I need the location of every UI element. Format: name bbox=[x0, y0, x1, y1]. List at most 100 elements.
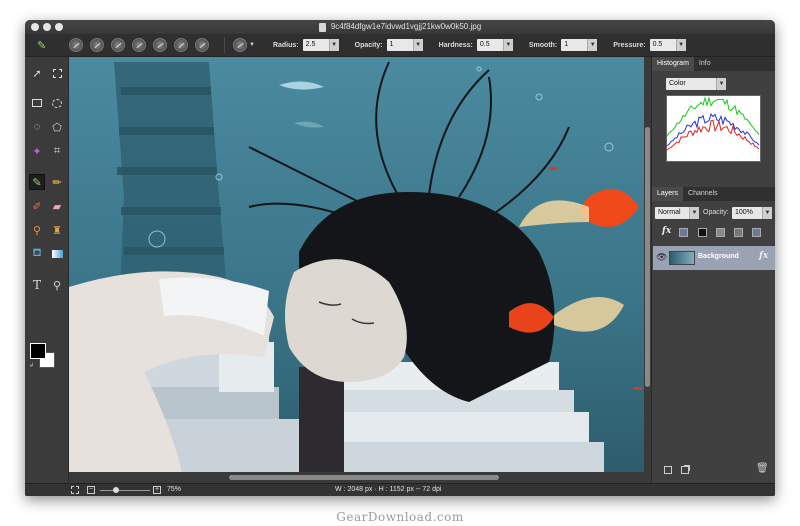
minimize-window-button[interactable] bbox=[43, 23, 51, 31]
brush-preset-7[interactable] bbox=[195, 38, 209, 52]
eraser-tool-icon[interactable]: ▰ bbox=[49, 198, 65, 214]
layers-tabs: Layers Channels bbox=[652, 187, 775, 201]
zoom-slider[interactable] bbox=[100, 490, 150, 491]
paint-bucket-icon[interactable]: ⛾ bbox=[29, 246, 45, 262]
chevron-down-icon[interactable]: ▼ bbox=[675, 39, 686, 51]
hardness-field[interactable]: 0.5 ▼ bbox=[476, 39, 513, 51]
layer-opacity-field[interactable]: 100% ▼ bbox=[732, 207, 772, 219]
smooth-label: Smooth: bbox=[528, 41, 558, 49]
chevron-down-icon[interactable]: ▼ bbox=[412, 39, 423, 51]
layer-name: Background bbox=[698, 253, 739, 260]
layer-fx-icon[interactable]: fx bbox=[759, 251, 768, 261]
foreground-color-swatch[interactable] bbox=[30, 343, 46, 359]
lasso-tool-icon[interactable]: ◌ bbox=[29, 119, 45, 135]
gradient-tool-icon[interactable] bbox=[49, 246, 65, 262]
scroll-thumb[interactable] bbox=[229, 475, 499, 480]
horizontal-scrollbar[interactable] bbox=[69, 472, 644, 483]
chevron-down-icon[interactable]: ▼ bbox=[587, 39, 598, 51]
layer-effects-button[interactable]: fx bbox=[662, 226, 671, 236]
brush-preset-4[interactable] bbox=[132, 38, 146, 52]
clone-stamp-icon[interactable]: ✐ bbox=[29, 198, 45, 214]
radius-field[interactable]: 2.5 ▼ bbox=[302, 39, 339, 51]
eye-visibility-icon[interactable]: 👁 bbox=[656, 252, 667, 263]
divider bbox=[224, 37, 225, 53]
tab-channels[interactable]: Channels bbox=[683, 187, 723, 201]
brush-picker-button[interactable] bbox=[233, 38, 247, 52]
stamp-tool-icon[interactable]: ♜ bbox=[49, 222, 65, 238]
swap-colors-icon[interactable]: ↲ bbox=[29, 362, 34, 369]
chevron-down-icon[interactable]: ▼ bbox=[689, 207, 699, 219]
trash-icon[interactable]: 🗑 bbox=[756, 463, 769, 474]
image-canvas[interactable] bbox=[69, 57, 644, 472]
histogram-graph bbox=[666, 95, 761, 162]
polygon-lasso-icon[interactable]: ⬠ bbox=[49, 119, 65, 135]
brush-preset-3[interactable] bbox=[111, 38, 125, 52]
chevron-down-icon[interactable]: ▼ bbox=[249, 42, 255, 48]
close-window-button[interactable] bbox=[31, 23, 39, 31]
smooth-field[interactable]: 1 ▼ bbox=[561, 39, 598, 51]
opacity-label: Opacity: bbox=[354, 41, 383, 49]
pencil-tool-icon[interactable]: ✏ bbox=[49, 174, 65, 190]
text-tool-icon[interactable]: T bbox=[29, 277, 45, 293]
layer-row[interactable]: 👁 Background fx bbox=[653, 246, 775, 270]
histogram-chart bbox=[666, 96, 760, 151]
chevron-down-icon[interactable]: ▼ bbox=[502, 39, 513, 51]
layer-group-icon[interactable] bbox=[752, 228, 761, 237]
layer-mask-icon[interactable] bbox=[679, 228, 688, 237]
tab-info[interactable]: Info bbox=[694, 57, 716, 71]
tab-histogram[interactable]: Histogram bbox=[652, 57, 694, 71]
fit-screen-icon[interactable] bbox=[71, 486, 79, 494]
histogram-curve bbox=[666, 119, 760, 151]
rectangle-select-icon[interactable] bbox=[29, 95, 45, 111]
ellipse-select-icon[interactable] bbox=[49, 95, 65, 111]
window-title: 9c4f84dfgw1e7idvwd1vgjj21kw0w0k50.jpg bbox=[330, 22, 482, 31]
layer-opacity-label: Opacity: bbox=[703, 209, 729, 216]
brush-preset-2[interactable] bbox=[90, 38, 104, 52]
layer-style-icon[interactable] bbox=[698, 228, 707, 237]
artwork-illustration bbox=[69, 61, 642, 472]
chevron-down-icon[interactable]: ▼ bbox=[716, 78, 726, 90]
app-window: 9c4f84dfgw1e7idvwd1vgjj21kw0w0k50.jpg ✎ … bbox=[25, 20, 775, 496]
pressure-field[interactable]: 0.5 ▼ bbox=[649, 39, 686, 51]
brush-preset-6[interactable] bbox=[174, 38, 188, 52]
brush-tool-button[interactable]: ✎ bbox=[29, 174, 45, 190]
eyedropper-icon[interactable]: ⚲ bbox=[29, 222, 45, 238]
vertical-scrollbar[interactable] bbox=[644, 57, 651, 483]
tool-options-bar: ✎ ▼ Radius: 2.5 ▼ Opacity: 1 ▼ Hardness: 0… bbox=[25, 34, 775, 57]
image-dimensions: W : 2048 px · H : 1152 px -- 72 dpi bbox=[335, 486, 442, 493]
zoom-tool-icon[interactable]: ⚲ bbox=[49, 277, 65, 293]
new-layer-icon[interactable] bbox=[664, 466, 672, 474]
scroll-thumb[interactable] bbox=[645, 127, 650, 387]
tab-layers[interactable]: Layers bbox=[652, 187, 684, 201]
brush-preset-1[interactable] bbox=[69, 38, 83, 52]
layer-adjust-icon[interactable] bbox=[734, 228, 743, 237]
watermark-text: GearDownload.com bbox=[336, 510, 464, 524]
brush-tool-icon: ✎ bbox=[37, 39, 47, 52]
move-tool-icon[interactable]: ➚ bbox=[29, 65, 45, 81]
chevron-down-icon[interactable]: ▼ bbox=[328, 39, 339, 51]
tools-panel: ➚ ◌ ⬠ ✦ ⌗ ✎ ✏ ✐ ▰ ⚲ ♜ ⛾ T ⚲ ↲ bbox=[25, 57, 69, 483]
pressure-label: Pressure: bbox=[613, 41, 646, 49]
zoom-slider-handle[interactable] bbox=[113, 487, 119, 493]
radius-label: Radius: bbox=[272, 41, 299, 49]
layer-frame-icon[interactable] bbox=[716, 228, 725, 237]
histogram-tabs: Histogram Info bbox=[652, 57, 775, 71]
marquee-select-icon[interactable] bbox=[49, 65, 65, 81]
opacity-field[interactable]: 1 ▼ bbox=[386, 39, 423, 51]
duplicate-layer-icon[interactable] bbox=[681, 466, 689, 474]
magic-wand-icon[interactable]: ✦ bbox=[29, 143, 45, 159]
zoom-in-button[interactable]: + bbox=[153, 486, 161, 494]
status-bar: − + 75% W : 2048 px · H : 1152 px -- 72 … bbox=[25, 483, 775, 496]
brush-preset-5[interactable] bbox=[153, 38, 167, 52]
chevron-down-icon[interactable]: ▼ bbox=[762, 207, 772, 219]
zoom-window-button[interactable] bbox=[55, 23, 63, 31]
right-panel: Histogram Info Color ▼ Layers Channels No… bbox=[651, 57, 775, 483]
document-icon bbox=[318, 22, 326, 32]
histogram-channel-select[interactable]: Color ▼ bbox=[666, 78, 726, 90]
hardness-label: Hardness: bbox=[438, 41, 473, 49]
zoom-out-button[interactable]: − bbox=[87, 486, 95, 494]
title-bar: 9c4f84dfgw1e7idvwd1vgjj21kw0w0k50.jpg bbox=[25, 20, 775, 34]
crop-tool-icon[interactable]: ⌗ bbox=[49, 143, 65, 159]
layer-thumbnail bbox=[669, 251, 695, 265]
blend-mode-select[interactable]: Normal ▼ bbox=[655, 207, 699, 219]
